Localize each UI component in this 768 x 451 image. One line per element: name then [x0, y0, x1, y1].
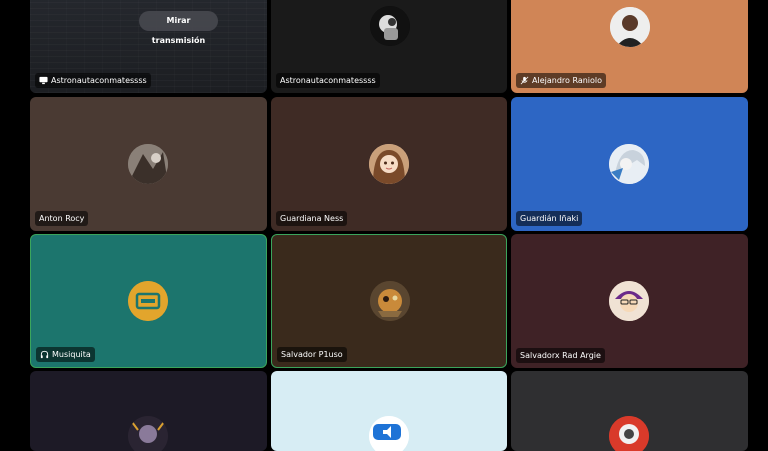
participant-name: Anton Rocy: [39, 214, 85, 223]
participant-label: Guardiana Ness: [276, 211, 348, 226]
avatar: [128, 281, 168, 321]
participant-label: Anton Rocy: [35, 211, 89, 226]
participant-tile[interactable]: Anton Rocy: [30, 97, 267, 231]
avatar: [128, 416, 168, 451]
participant-name: Musiquita: [52, 350, 91, 359]
headphones-icon: [40, 350, 49, 359]
participant-label: Alejandro Raniolo: [516, 73, 607, 88]
participant-tile[interactable]: [511, 371, 748, 451]
avatar: [128, 144, 168, 184]
participant-label: Astronautaconmatessss: [35, 73, 151, 88]
participant-name: Salvador P1uso: [281, 350, 343, 359]
participant-tile[interactable]: Musiquita: [30, 234, 267, 368]
avatar: [369, 416, 409, 451]
participant-name: Guardiana Ness: [280, 214, 344, 223]
participant-label: Astronautaconmatessss: [276, 73, 380, 88]
participant-name: Alejandro Raniolo: [532, 76, 603, 85]
participant-tile[interactable]: Salvador P1uso: [271, 234, 507, 368]
participant-label: Guardián Iñaki: [516, 211, 583, 226]
participant-tile[interactable]: [30, 371, 267, 451]
avatar: [369, 144, 409, 184]
participant-name: Astronautaconmatessss: [280, 76, 376, 85]
participant-name: Guardián Iñaki: [520, 214, 579, 223]
participant-name: Salvadorx Rad Argie: [520, 351, 601, 360]
participant-name: Astronautaconmatessss: [51, 76, 147, 85]
participant-tile[interactable]: Astronautaconmatessss: [271, 0, 507, 93]
participant-tile[interactable]: Salvadorx Rad Argie: [511, 234, 748, 368]
participant-label: Salvadorx Rad Argie: [516, 348, 605, 363]
avatar: [609, 416, 649, 451]
participant-tile[interactable]: [271, 371, 507, 451]
participant-tile[interactable]: Guardiana Ness: [271, 97, 507, 231]
avatar: [370, 281, 410, 321]
avatar: [609, 281, 649, 321]
participant-tile[interactable]: Guardián Iñaki: [511, 97, 748, 231]
participant-label: Musiquita: [36, 347, 95, 362]
avatar: [610, 7, 650, 47]
participant-label: Salvador P1uso: [277, 347, 347, 362]
watch-stream-button[interactable]: Mirar transmisión: [139, 11, 218, 45]
mic-muted-icon: [520, 76, 529, 85]
screen-share-icon: [39, 76, 48, 85]
avatar: [609, 144, 649, 184]
participant-tile[interactable]: Alejandro Raniolo: [511, 0, 748, 93]
avatar: [370, 6, 410, 46]
stream-tile[interactable]: Mirar transmisión Astronautaconmatessss: [30, 0, 267, 93]
